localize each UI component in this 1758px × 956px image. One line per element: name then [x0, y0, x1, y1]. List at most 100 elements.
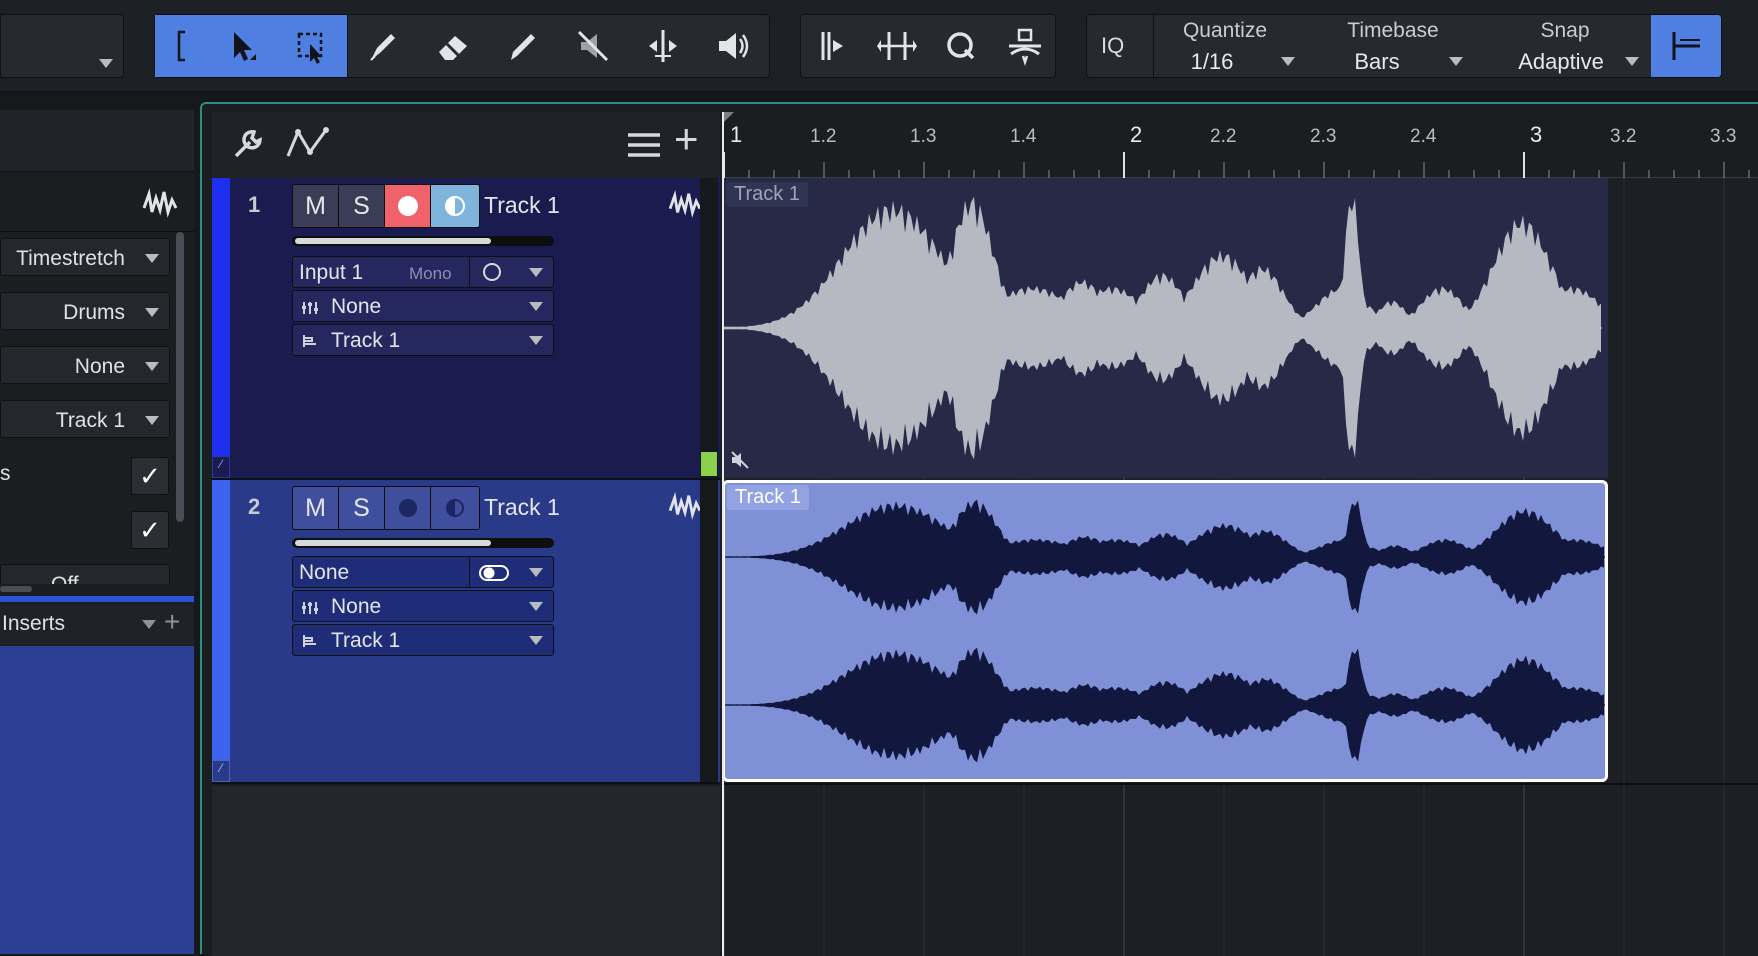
chevron-down-icon	[529, 336, 543, 345]
volume-fader[interactable]	[292, 236, 554, 246]
quantize-label: Quantize	[1182, 19, 1268, 42]
monitor-button[interactable]	[431, 185, 479, 227]
input-select[interactable]: Input 1 Mono	[292, 256, 554, 288]
output-value: Track 1	[331, 329, 401, 352]
meter	[700, 178, 718, 478]
chevron-down-icon	[1625, 57, 1639, 66]
record-arm-button[interactable]	[385, 185, 431, 227]
solo-button[interactable]: S	[339, 487, 385, 529]
inspector-hscroll[interactable]	[0, 586, 32, 592]
inspector-clipped-row[interactable]: Off	[0, 564, 170, 584]
output-select[interactable]: Track 1	[292, 324, 554, 356]
split-tool[interactable]	[348, 15, 418, 77]
solo-button[interactable]: S	[339, 185, 385, 227]
monitor-icon	[445, 196, 465, 216]
timestretch-value: Timestretch	[16, 247, 125, 270]
volume-fader[interactable]	[292, 538, 554, 548]
chevron-down-icon	[99, 59, 113, 68]
edit-group	[800, 14, 1056, 78]
instrument-select[interactable]: None	[292, 590, 554, 622]
chevron-down-icon	[145, 416, 159, 425]
arrow-tool[interactable]	[207, 15, 277, 77]
monitor-button[interactable]	[431, 487, 479, 529]
paint-tool[interactable]	[488, 15, 558, 77]
eraser-tool[interactable]	[418, 15, 488, 77]
nudge-button[interactable]	[801, 15, 865, 77]
inspector-panel: Timestretch Drums None Track 1 s ✓ ✓ Off…	[0, 110, 194, 954]
track-name[interactable]: Track 1	[484, 494, 560, 521]
bend-tool[interactable]	[628, 15, 698, 77]
tool-group	[154, 14, 770, 78]
audio-event-track-2[interactable]: Track 1	[722, 480, 1608, 782]
list-icon[interactable]	[626, 130, 662, 160]
inspector-checkbox-2[interactable]: ✓	[131, 511, 169, 549]
ruler-label: 3.2	[1610, 126, 1636, 147]
record-icon	[398, 499, 417, 517]
inspector-scrollbar[interactable]	[176, 232, 184, 522]
waveform-icon[interactable]	[668, 492, 702, 520]
mute-button[interactable]: M	[293, 487, 339, 529]
add-track-icon[interactable]: +	[674, 118, 699, 160]
quantize-selector[interactable]: Quantize 1/16	[1157, 15, 1307, 77]
track-automation-toggle[interactable]: ⁄	[212, 760, 230, 782]
waveform-icon[interactable]	[668, 190, 702, 218]
groove-button[interactable]	[993, 15, 1057, 77]
track-color-strip	[212, 178, 230, 478]
inserts-list	[0, 646, 194, 954]
range-bracket-tool[interactable]	[155, 15, 207, 77]
mixer-icon	[302, 602, 318, 614]
ruler-label: 1.2	[810, 126, 836, 147]
timeline-ruler[interactable]: 1 1.2 1.3 1.4 2 2.2 2.3 2.4 3 3.2 3.3	[722, 112, 1758, 178]
track-header-2[interactable]: ⁄ 2 M S Track 1 None None Track 1	[212, 480, 720, 784]
stretch-button[interactable]	[865, 15, 929, 77]
ruler-label: 1	[730, 122, 742, 147]
output-select[interactable]: Track 1	[292, 624, 554, 656]
instrument-select[interactable]: None	[292, 290, 554, 322]
group-value: None	[74, 355, 125, 378]
mute-tool[interactable]	[558, 15, 628, 77]
iq-button[interactable]: IQ	[1101, 33, 1124, 59]
track-automation-toggle[interactable]: ⁄	[212, 456, 230, 478]
stretch-icon	[877, 32, 917, 60]
snap-to-cursor-button[interactable]	[1651, 15, 1721, 77]
inserts-header[interactable]: Inserts +	[0, 604, 194, 644]
track-header-1[interactable]: ⁄ 1 M S Track 1 Input 1 Mono None Track …	[212, 178, 720, 480]
channel-mode-icon[interactable]	[483, 263, 501, 281]
group-select[interactable]: None	[0, 346, 170, 384]
meter	[700, 480, 718, 782]
track-name[interactable]: Track 1	[484, 192, 560, 219]
audio-event-track-1[interactable]: Track 1	[722, 178, 1608, 478]
playhead[interactable]	[722, 112, 724, 956]
input-select[interactable]: None	[292, 556, 554, 588]
ruler-label: 2	[1130, 122, 1142, 147]
listen-tool[interactable]	[698, 15, 768, 77]
chevron-down-icon	[529, 302, 543, 311]
automation-icon[interactable]	[284, 124, 334, 160]
tune-mode-value: Drums	[63, 301, 125, 324]
toolbar-dropdown[interactable]	[0, 14, 124, 78]
eraser-tool-icon	[439, 36, 467, 60]
muted-speaker-icon[interactable]	[730, 450, 750, 470]
track-number: 2	[248, 494, 261, 519]
stereo-mode-icon[interactable]	[479, 565, 509, 581]
instrument-value: None	[331, 595, 382, 618]
add-insert-icon[interactable]: +	[164, 606, 180, 638]
snap-selector[interactable]: Snap Adaptive	[1487, 15, 1667, 77]
inspector-subheader	[0, 174, 194, 232]
tracklist-header: +	[212, 112, 720, 178]
timebase-selector[interactable]: Timebase Bars	[1313, 15, 1473, 77]
output-icon	[303, 335, 316, 347]
tune-mode-select[interactable]: Drums	[0, 292, 170, 330]
layer-select[interactable]: Track 1	[0, 400, 170, 438]
wrench-icon[interactable]	[230, 126, 266, 162]
range-tool[interactable]	[277, 15, 347, 77]
quantize-button[interactable]	[929, 15, 993, 77]
inspector-clipped-value: Off	[51, 573, 79, 584]
inserts-divider	[0, 596, 194, 602]
range-tool-icon	[297, 32, 323, 64]
inspector-header	[0, 110, 194, 172]
inspector-checkbox-1[interactable]: ✓	[131, 457, 169, 495]
timestretch-select[interactable]: Timestretch	[0, 238, 170, 276]
mute-button[interactable]: M	[293, 185, 339, 227]
record-arm-button[interactable]	[385, 487, 431, 529]
